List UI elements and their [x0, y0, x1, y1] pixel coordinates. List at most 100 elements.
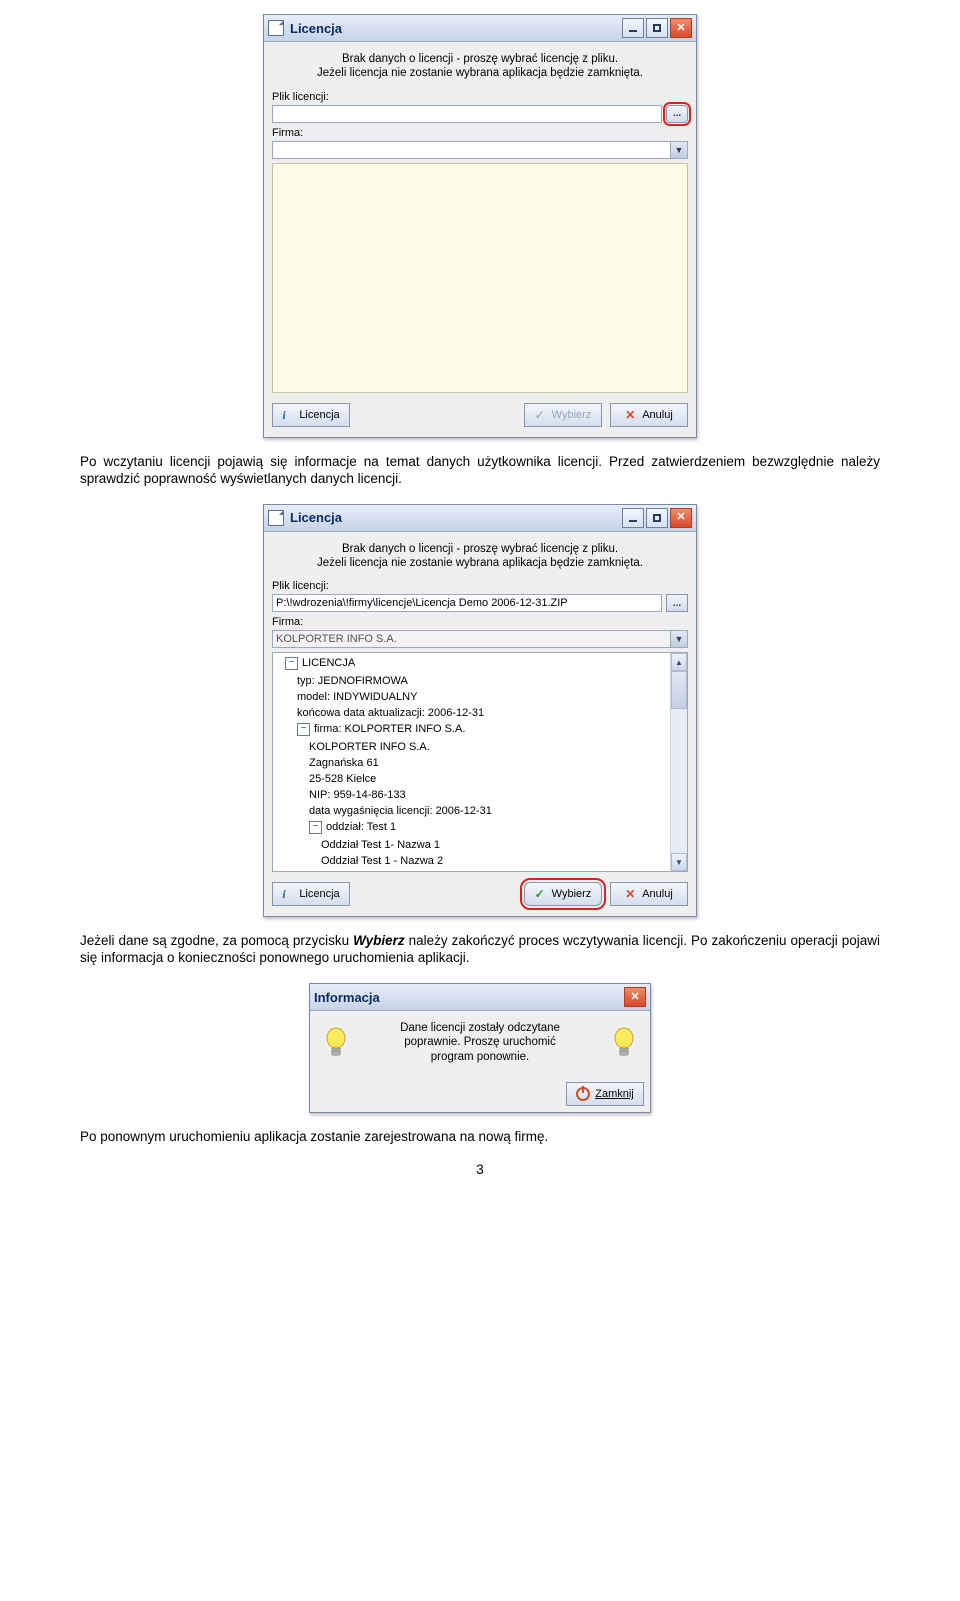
license-file-input[interactable]	[272, 594, 662, 612]
x-icon: ✕	[625, 888, 637, 900]
button-row: i Licencja ✓ Wybierz ✕ Anuluj	[272, 401, 688, 429]
license-tree[interactable]: −LICENCJA typ: JEDNOFIRMOWA model: INDYW…	[272, 652, 688, 872]
minimize-button[interactable]	[622, 18, 644, 38]
license-details-pane	[272, 163, 688, 393]
document-icon	[268, 20, 284, 36]
maximize-button[interactable]	[646, 18, 668, 38]
titlebar[interactable]: Informacja ✕	[310, 984, 650, 1011]
info-msg-1: Dane licencji zostały odczytane	[400, 1022, 560, 1034]
company-input[interactable]	[272, 630, 688, 648]
close-button[interactable]: ✕	[624, 987, 646, 1007]
browse-button[interactable]: ...	[666, 594, 688, 612]
window-title: Informacja	[314, 990, 618, 1005]
info-icon: i	[282, 409, 294, 421]
message-line-1: Brak danych o licencji - proszę wybrać l…	[342, 53, 618, 65]
license-dialog-empty: Licencja ✕ Brak danych o licencji - pros…	[263, 14, 697, 438]
info-msg-2: poprawnie. Proszę uruchomić	[404, 1036, 556, 1048]
check-icon: ✓	[535, 409, 547, 421]
info-icon: i	[282, 888, 294, 900]
paragraph-3-text: Po ponownym uruchomieniu aplikacja zosta…	[80, 1129, 548, 1144]
paragraph-2-a: Jeżeli dane są zgodne, za pomocą przycis…	[80, 933, 353, 948]
tree-item: data wygaśnięcia licencji: 2006-12-31	[309, 803, 687, 819]
chevron-down-icon[interactable]: ▼	[670, 142, 687, 158]
page-number: 3	[0, 1162, 960, 1177]
company-combo[interactable]: ▼	[272, 630, 688, 648]
tree-item: firma: KOLPORTER INFO S.A.	[314, 723, 465, 735]
company-combo[interactable]: ▼	[272, 141, 688, 159]
close-button[interactable]: ✕	[670, 18, 692, 38]
tree-item: Oddział Test 1- Nazwa 1	[321, 837, 687, 853]
check-icon: ✓	[535, 888, 547, 900]
zamknij-button[interactable]: Zamknij	[566, 1082, 644, 1106]
window-title: Licencja	[290, 21, 616, 36]
info-dialog: Informacja ✕ Dane licencji zostały odczy…	[309, 983, 651, 1113]
license-dialog-filled: Licencja ✕ Brak danych o licencji - pros…	[263, 504, 697, 918]
maximize-button[interactable]	[646, 508, 668, 528]
tree-expander-icon[interactable]: −	[297, 723, 310, 736]
tree-item: model: INDYWIDUALNY	[297, 689, 687, 705]
tree-item: 25-528 Kielce	[309, 771, 687, 787]
close-button[interactable]: ✕	[670, 508, 692, 528]
anuluj-button[interactable]: ✕ Anuluj	[610, 882, 688, 906]
license-file-input[interactable]	[272, 105, 662, 123]
tree-expander-icon[interactable]: −	[285, 657, 298, 670]
tree-item: Oddział Test 1 - Nazwa 2	[321, 853, 687, 869]
dialog-message: Brak danych o licencji - proszę wybrać l…	[272, 52, 688, 81]
company-label: Firma:	[272, 127, 688, 139]
tree-item: typ: JEDNOFIRMOWA	[297, 673, 687, 689]
scrollbar[interactable]: ▲ ▼	[670, 653, 687, 871]
power-icon	[576, 1087, 590, 1101]
paragraph-2-btnword: Wybierz	[353, 933, 405, 948]
paragraph-2: Jeżeli dane są zgodne, za pomocą przycis…	[80, 933, 880, 967]
wybierz-button[interactable]: ✓ Wybierz	[524, 403, 602, 427]
browse-button[interactable]: ...	[666, 105, 688, 123]
message-line-2: Jeżeli licencja nie zostanie wybrana apl…	[317, 557, 643, 569]
dialog-message: Brak danych o licencji - proszę wybrać l…	[272, 542, 688, 571]
lightbulb-icon	[606, 1026, 642, 1060]
anuluj-button[interactable]: ✕ Anuluj	[610, 403, 688, 427]
company-label: Firma:	[272, 616, 688, 628]
chevron-down-icon[interactable]: ▼	[670, 631, 687, 647]
zamknij-button-label: Zamknij	[595, 1088, 634, 1100]
minimize-button[interactable]	[622, 508, 644, 528]
titlebar[interactable]: Licencja ✕	[264, 15, 696, 42]
tree-item: Zagnańska 61	[309, 755, 687, 771]
message-line-2: Jeżeli licencja nie zostanie wybrana apl…	[317, 67, 643, 79]
scroll-up-icon[interactable]: ▲	[671, 653, 687, 671]
button-row: i Licencja ✓ Wybierz ✕ Anuluj	[272, 880, 688, 908]
info-body: Dane licencji zostały odczytane poprawni…	[310, 1011, 650, 1070]
file-row: ...	[272, 594, 688, 612]
tree-item: końcowa data aktualizacji: 2006-12-31	[297, 705, 687, 721]
file-label: Plik licencji:	[272, 580, 688, 592]
licencja-button[interactable]: i Licencja	[272, 882, 350, 906]
tree-item: NIP: 959-14-86-133	[309, 787, 687, 803]
document-icon	[268, 510, 284, 526]
anuluj-button-label: Anuluj	[642, 888, 673, 900]
scroll-thumb[interactable]	[671, 671, 687, 709]
company-input[interactable]	[272, 141, 688, 159]
anuluj-button-label: Anuluj	[642, 409, 673, 421]
wybierz-button-label: Wybierz	[552, 888, 592, 900]
message-line-1: Brak danych o licencji - proszę wybrać l…	[342, 543, 618, 555]
licencja-button-label: Licencja	[299, 888, 339, 900]
window-title: Licencja	[290, 510, 616, 525]
button-row: Zamknij	[310, 1078, 650, 1112]
paragraph-3: Po ponownym uruchomieniu aplikacja zosta…	[80, 1129, 880, 1146]
scroll-down-icon[interactable]: ▼	[671, 853, 687, 871]
file-row: ...	[272, 105, 688, 123]
licencja-button[interactable]: i Licencja	[272, 403, 350, 427]
tree-item: oddział: Test 1	[326, 821, 396, 833]
titlebar[interactable]: Licencja ✕	[264, 505, 696, 532]
wybierz-button[interactable]: ✓ Wybierz	[524, 882, 602, 906]
tree-expander-icon[interactable]: −	[309, 821, 322, 834]
tree-root: LICENCJA	[302, 657, 355, 669]
info-msg-3: program ponownie.	[431, 1051, 529, 1063]
tree-item: KOLPORTER INFO S.A.	[309, 739, 687, 755]
x-icon: ✕	[625, 409, 637, 421]
info-message: Dane licencji zostały odczytane poprawni…	[360, 1021, 600, 1064]
paragraph-1: Po wczytaniu licencji pojawią się inform…	[80, 454, 880, 488]
file-label: Plik licencji:	[272, 91, 688, 103]
licencja-button-label: Licencja	[299, 409, 339, 421]
lightbulb-icon	[318, 1026, 354, 1060]
paragraph-1-text: Po wczytaniu licencji pojawią się inform…	[80, 454, 880, 486]
